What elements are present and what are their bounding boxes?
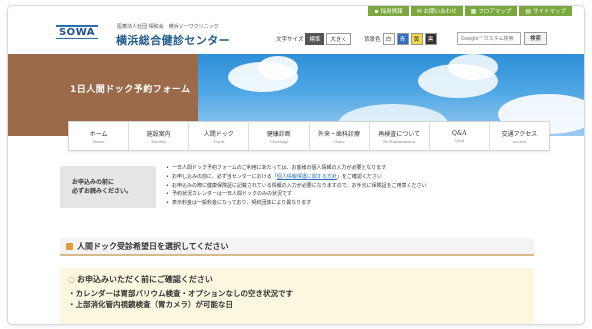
browser-frame: ▪ 採用情報 ✉ お問い合わせ ▦ フロアマップ ▤ サイトマップ SOWA 医… <box>8 6 584 324</box>
nav-label: Q&A <box>452 129 467 137</box>
nav-sublabel: Dock <box>213 138 224 144</box>
org-name: 横浜総合健診センター <box>116 34 230 47</box>
nav-label: 健康診断 <box>266 130 291 138</box>
bg-black-button[interactable]: 黒 <box>424 33 437 45</box>
nav-label: 交通アクセス <box>501 130 538 138</box>
nav-sublabel: Clinic <box>333 138 345 144</box>
search-button[interactable]: 検索 <box>524 32 548 45</box>
nav-label: 施設案内 <box>146 130 171 138</box>
quick-link-label: フロアマップ <box>478 9 512 15</box>
confirm-box: ○ お申込みいただく前にご確認ください ・カレンダーは胃部バリウム検査・オプション… <box>60 268 534 324</box>
confirm-line: ・カレンダーは胃部バリウム検査・オプションなしの空き状況です <box>68 289 293 298</box>
quick-link-sitemap[interactable]: ▤ サイトマップ <box>519 6 572 16</box>
bg-color-switcher: 背景色 白 青 黄 黒 <box>364 33 437 45</box>
nav-sublabel: Home <box>92 138 105 144</box>
notice-label-line: 必ずお読みください。 <box>72 188 133 195</box>
quick-link-floormap[interactable]: ▦ フロアマップ <box>464 6 518 16</box>
logo-text: SOWA <box>56 27 98 38</box>
mail-icon: ✉ <box>416 7 422 15</box>
notice-item: 表示料金は一般料金になっており、契約団体により異なります <box>166 199 427 208</box>
nav-sublabel: access <box>512 138 527 144</box>
global-nav: ホーム Home 施設案内 Facility 人間ドック Dock 健康診断 C… <box>68 121 550 151</box>
nav-item-facility[interactable]: 施設案内 Facility <box>129 122 190 150</box>
nav-label: ホーム <box>89 130 108 138</box>
font-size-label: 文字サイズ <box>276 37 304 43</box>
notice-item: お申し込みの前に、必ず当センターにおける「個人情報保護に関する方針」をご確認くだ… <box>166 173 427 182</box>
sowa-logo[interactable]: SOWA <box>56 24 98 42</box>
nav-item-access[interactable]: 交通アクセス access <box>490 122 549 150</box>
quick-link-recruit[interactable]: ▪ 採用情報 <box>368 6 409 16</box>
page-title: 1日人間ドック予約フォーム <box>70 85 191 95</box>
confirm-title: お申込みいただく前にご確認ください <box>76 275 213 284</box>
section-heading: 人間ドック受診希望日を選択してください <box>60 238 534 256</box>
notice-text: 」をご確認ください <box>336 173 382 180</box>
confirm-title-row: ○ お申込みいただく前にご確認ください <box>68 274 526 285</box>
quick-links: ▪ 採用情報 ✉ お問い合わせ ▦ フロアマップ ▤ サイトマップ <box>368 6 572 16</box>
font-large-button[interactable]: 大きく <box>326 33 351 45</box>
font-standard-button[interactable]: 標準 <box>305 33 325 45</box>
quick-link-label: サイトマップ <box>532 9 566 15</box>
notice-text: お申し込みの前に、必ず当センターにおける「 <box>171 173 277 180</box>
bg-color-label: 背景色 <box>364 37 381 43</box>
notice-label-line: お申込みの前に <box>72 179 115 186</box>
map-icon: ▦ <box>470 7 477 15</box>
font-size-switcher: 文字サイズ 標準 大きく <box>276 33 351 45</box>
nav-item-checkup[interactable]: 健康診断 Checkup <box>249 122 310 150</box>
nav-label: 人間ドック <box>203 130 234 138</box>
org-subtitle: 医療法人社団 相和会 横浜ソーワクリニック <box>117 24 219 30</box>
notice-list: 一日人間ドック予約フォームのご利用にあたっては、お客様の個人情報の入力が必要とな… <box>166 164 427 208</box>
quick-link-contact[interactable]: ✉ お問い合わせ <box>410 6 463 16</box>
nav-item-qa[interactable]: Q&A Q&A <box>430 122 490 150</box>
sitemap-icon: ▤ <box>525 7 531 15</box>
quick-link-label: お問い合わせ <box>423 9 457 15</box>
section-title: 人間ドック受診希望日を選択してください <box>77 241 229 251</box>
nav-item-dock[interactable]: 人間ドック Dock <box>189 122 250 150</box>
nav-label: 外来・歯科診療 <box>318 130 361 138</box>
nav-item-home[interactable]: ホーム Home <box>69 122 130 150</box>
quick-link-label: 採用情報 <box>380 9 403 15</box>
nav-item-clinic[interactable]: 外来・歯科診療 Clinic <box>310 122 370 150</box>
nav-sublabel: Q&A <box>454 137 465 143</box>
bg-blue-button[interactable]: 青 <box>396 33 409 45</box>
confirm-line: ・上部消化管内視鏡検査（胃カメラ）が可能な日 <box>68 300 233 309</box>
search-input[interactable] <box>457 32 521 45</box>
notice-item: 予約状況カレンダーは一日人間ドックのみの状況です <box>166 190 427 199</box>
nav-sublabel: Facility <box>151 138 167 144</box>
notice-label: お申込みの前に 必ずお読みください。 <box>60 166 156 208</box>
nav-label: 再検査について <box>378 130 421 138</box>
nav-item-reexamination[interactable]: 再検査について Re-Examination <box>370 122 430 150</box>
notice-item: 一日人間ドック予約フォームのご利用にあたっては、お客様の個人情報の入力が必要とな… <box>166 164 427 173</box>
site-search: 検索 <box>457 32 548 45</box>
nav-sublabel: Checkup <box>270 138 288 144</box>
bg-white-button[interactable]: 白 <box>382 33 395 45</box>
privacy-policy-link[interactable]: 個人情報保護に関する方針 <box>277 174 337 180</box>
circle-icon: ○ <box>68 275 75 284</box>
notice-item: お申込みの際に健康保険証に記載されている情報の入力が必要になりますので、お手元に… <box>166 182 427 191</box>
nav-sublabel: Re-Examination <box>383 138 416 144</box>
person-icon: ▪ <box>374 7 379 15</box>
calendar-icon <box>66 242 73 250</box>
bg-yellow-button[interactable]: 黄 <box>410 33 423 45</box>
